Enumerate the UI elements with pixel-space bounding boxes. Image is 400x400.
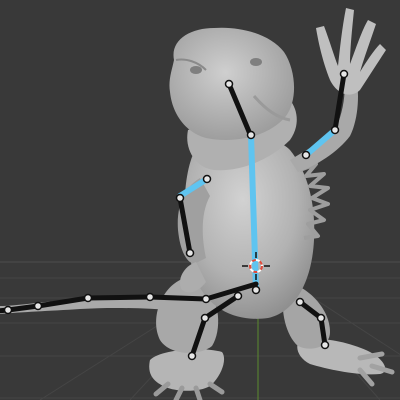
left-eye xyxy=(190,66,202,74)
joint-left-knee[interactable] xyxy=(200,313,210,323)
joint-left-hand[interactable] xyxy=(185,248,195,258)
joint-tail-2[interactable] xyxy=(145,292,155,302)
joint-right-ankle[interactable] xyxy=(320,340,330,350)
joint-head[interactable] xyxy=(224,79,234,89)
joint-left-ankle[interactable] xyxy=(187,351,197,361)
joint-tail-4[interactable] xyxy=(33,301,43,311)
viewport-canvas[interactable] xyxy=(0,0,400,400)
right-eye xyxy=(250,58,262,66)
joint-tail-5[interactable] xyxy=(3,305,13,315)
joint-tail-3[interactable] xyxy=(83,293,93,303)
joint-right-hip[interactable] xyxy=(295,297,305,307)
bone-tail-2[interactable] xyxy=(147,294,209,302)
joint-right-knee[interactable] xyxy=(316,313,326,323)
3d-viewport[interactable] xyxy=(0,0,400,400)
joint-chest[interactable] xyxy=(246,130,256,140)
bone-tail-3[interactable] xyxy=(85,294,153,301)
joint-tail-1[interactable] xyxy=(201,294,211,304)
joint-left-hip[interactable] xyxy=(233,291,243,301)
joint-left-elbow[interactable] xyxy=(175,193,185,203)
joint-right-elbow[interactable] xyxy=(330,125,340,135)
joint-left-shoulder[interactable] xyxy=(202,174,212,184)
joint-right-hand[interactable] xyxy=(339,69,349,79)
joint-right-shoulder[interactable] xyxy=(301,150,311,160)
joint-pelvis[interactable] xyxy=(251,285,261,295)
